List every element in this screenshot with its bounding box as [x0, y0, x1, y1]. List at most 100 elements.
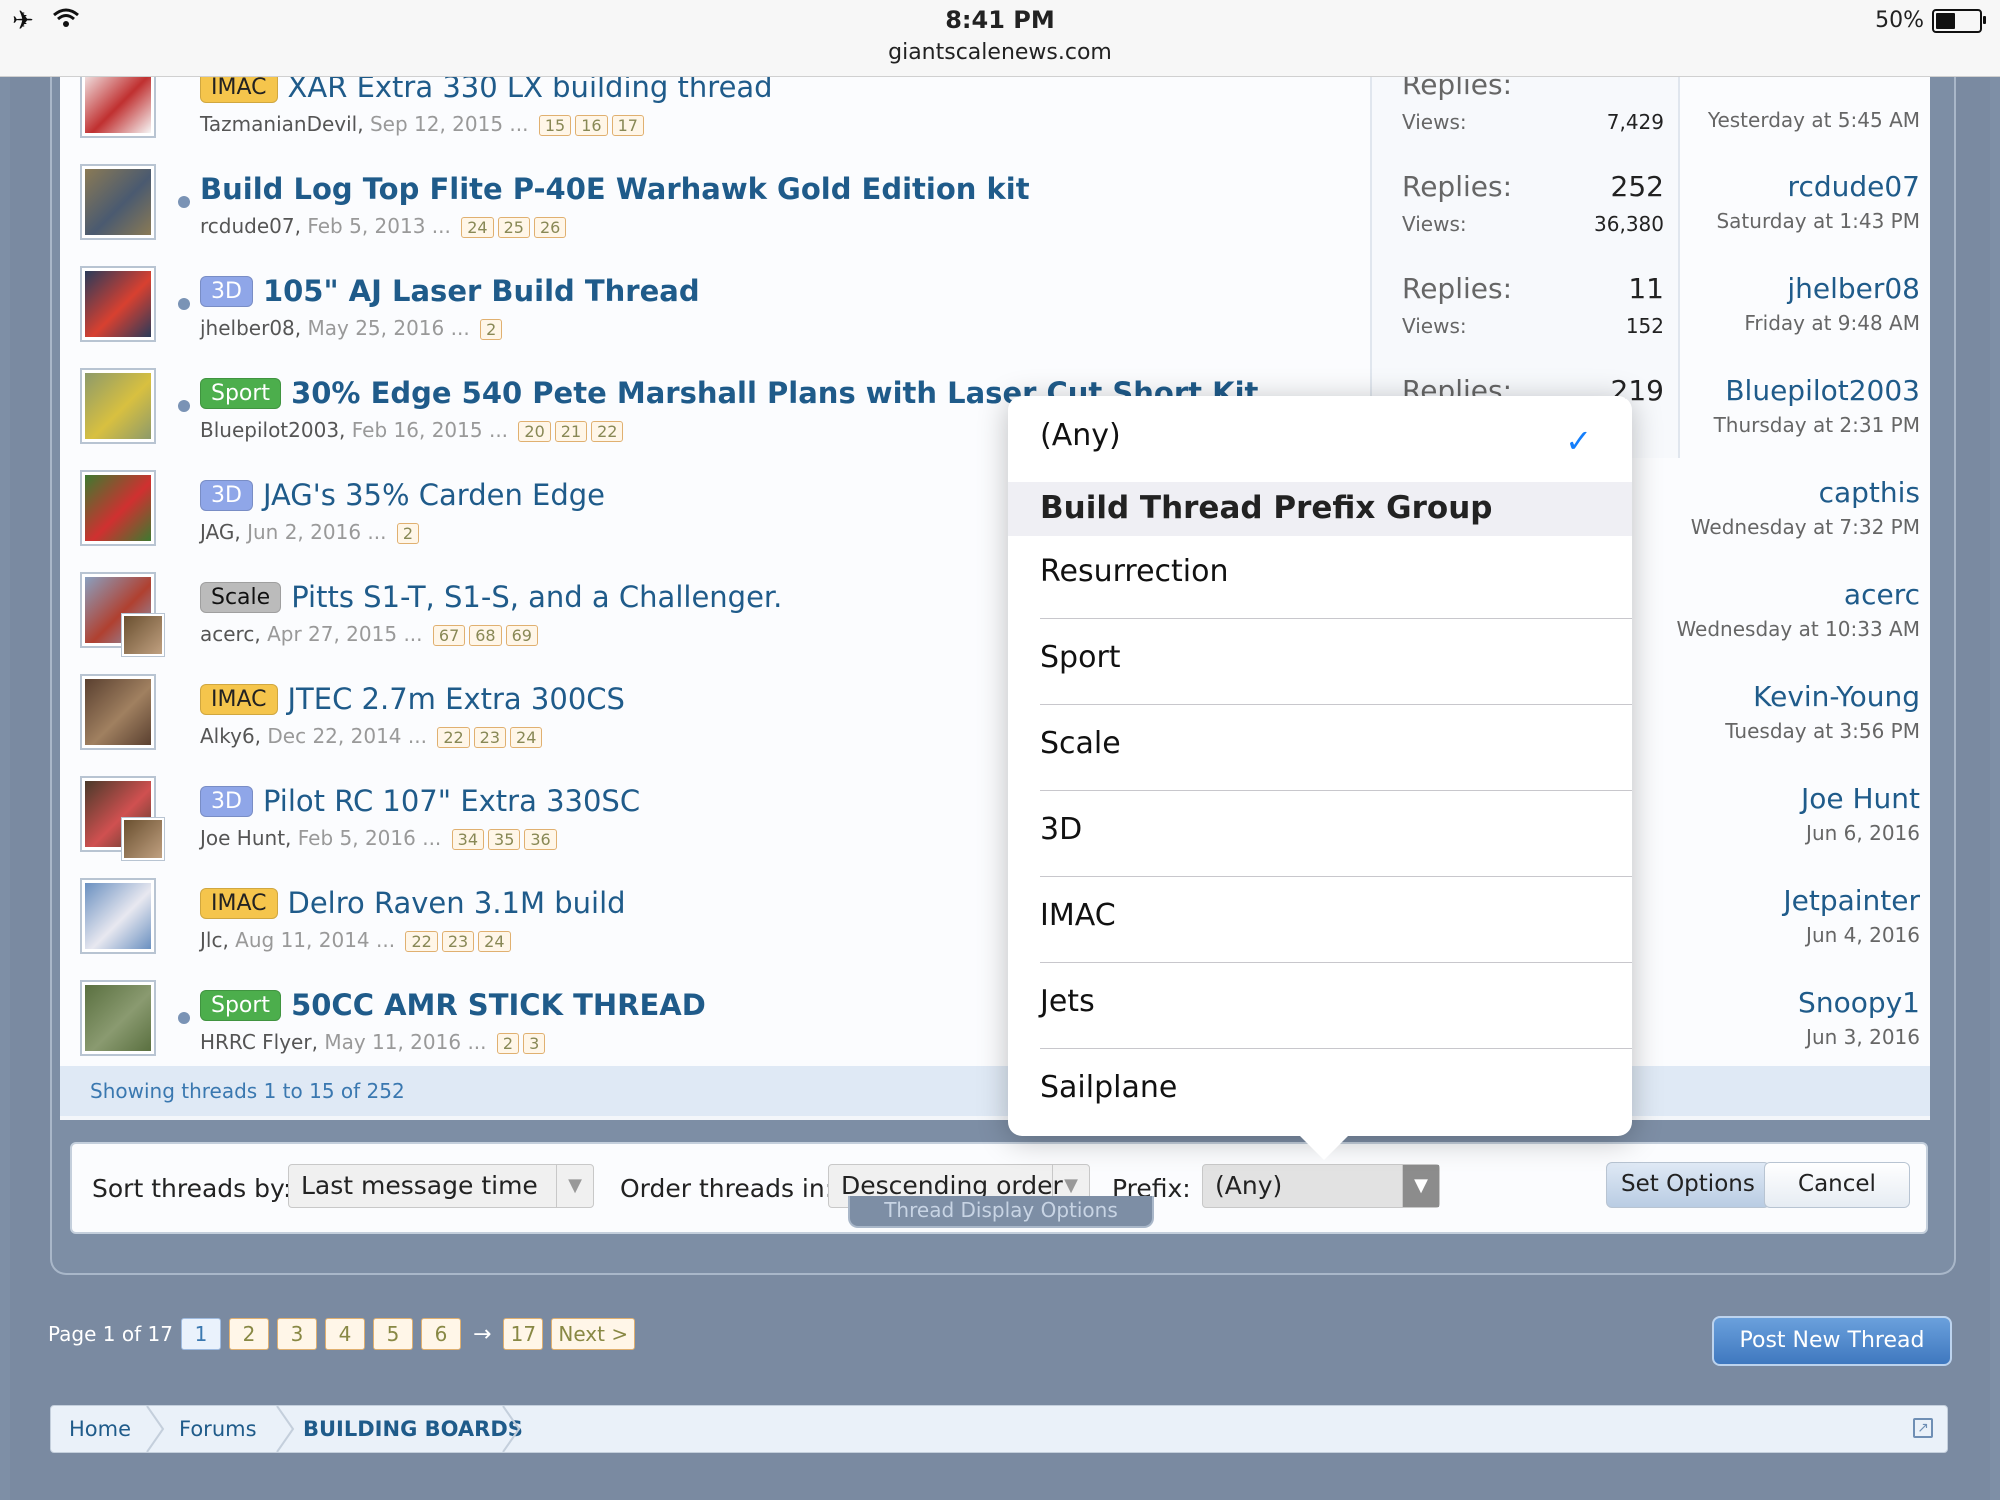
external-link-icon[interactable]: ↗ [1913, 1418, 1933, 1438]
last-post-time[interactable]: Jun 6, 2016 [1640, 821, 1920, 845]
thread-prefix-badge[interactable]: IMAC [200, 887, 278, 919]
thread-row[interactable]: IMAC Delro Raven 3.1M build Jlc, Aug 11, 2… [60, 866, 1930, 970]
thread-page-link[interactable]: 24 [478, 931, 511, 952]
thread-row[interactable]: Build Log Top Flite P-40E Warhawk Gold E… [60, 152, 1930, 256]
page-link[interactable]: 3 [276, 1318, 317, 1350]
last-poster-avatar[interactable] [122, 614, 164, 656]
last-post-time[interactable]: Tuesday at 3:56 PM [1640, 719, 1920, 743]
prefix-select[interactable]: (Any) ▼ [1202, 1164, 1440, 1208]
prefix-option[interactable]: Sport [1040, 640, 1632, 675]
prefix-option[interactable]: Jets [1040, 984, 1632, 1019]
thread-author[interactable]: rcdude07 [200, 214, 295, 238]
last-post-user[interactable]: Joe Hunt [1640, 782, 1920, 815]
thread-page-link[interactable]: 17 [611, 115, 644, 136]
thread-prefix-badge[interactable]: Sport [200, 377, 282, 409]
thread-author[interactable]: Alky6 [200, 724, 255, 748]
prefix-option[interactable]: Resurrection [1040, 554, 1632, 589]
thread-page-link[interactable]: 2 [480, 319, 503, 340]
thread-page-link[interactable]: 2 [396, 523, 420, 544]
thread-page-link[interactable]: 24 [510, 727, 543, 748]
thread-title-link[interactable]: Pilot RC 107" Extra 330SC [263, 784, 640, 818]
thread-display-options-tab[interactable]: Thread Display Options [848, 1196, 1154, 1228]
thread-avatar[interactable] [80, 980, 156, 1056]
thread-avatar[interactable] [80, 776, 164, 860]
thread-start-date[interactable]: Jun 2, 2016 [247, 520, 361, 544]
thread-start-date[interactable]: Feb 16, 2015 [352, 418, 483, 442]
thread-page-link[interactable]: 34 [451, 829, 485, 850]
thread-prefix-badge[interactable]: Scale [200, 581, 282, 613]
thread-row[interactable]: IMAC JTEC 2.7m Extra 300CS Alky6, Dec 22, … [60, 662, 1930, 766]
thread-page-link[interactable]: 25 [497, 217, 530, 238]
thread-row[interactable]: Sport 30% Edge 540 Pete Marshall Plans wi… [60, 356, 1930, 460]
thread-title-link[interactable]: JAG's 35% Carden Edge [263, 478, 605, 512]
thread-page-link[interactable]: 21 [554, 421, 588, 442]
thread-avatar[interactable] [80, 368, 156, 444]
thread-row[interactable]: 3D Pilot RC 107" Extra 330SC Joe Hunt, Feb… [60, 764, 1930, 868]
thread-page-link[interactable]: 68 [469, 625, 502, 646]
prefix-option-any[interactable]: (Any) [1040, 418, 1632, 453]
thread-title-link[interactable]: 105" AJ Laser Build Thread [263, 274, 700, 308]
thread-author[interactable]: TazmanianDevil [200, 112, 357, 136]
thread-row[interactable]: 3D 105" AJ Laser Build Thread jhelber08, M… [60, 254, 1930, 358]
last-post-time[interactable]: Jun 4, 2016 [1640, 923, 1920, 947]
prefix-option[interactable]: Scale [1040, 726, 1632, 761]
thread-prefix-badge[interactable]: IMAC [200, 683, 278, 715]
thread-page-link[interactable]: 24 [461, 217, 494, 238]
breadcrumb-home[interactable]: Home [69, 1406, 131, 1452]
thread-row[interactable]: Scale Pitts S1-T, S1-S, and a Challenger.… [60, 560, 1930, 664]
cancel-button[interactable]: Cancel [1764, 1162, 1910, 1208]
thread-title-link[interactable]: Delro Raven 3.1M build [288, 886, 626, 920]
last-post-time[interactable]: Jun 3, 2016 [1640, 1025, 1920, 1049]
thread-page-link[interactable]: 22 [405, 931, 438, 952]
thread-author[interactable]: HRRC Flyer [200, 1030, 312, 1054]
last-post-user[interactable]: Bluepilot2003 [1640, 374, 1920, 407]
thread-avatar[interactable] [80, 266, 156, 342]
thread-page-link[interactable]: 16 [575, 115, 608, 136]
last-post-time[interactable]: Yesterday at 5:45 AM [1640, 108, 1920, 132]
page-link[interactable]: 4 [324, 1318, 365, 1350]
breadcrumb-building-boards[interactable]: BUILDING BOARDS [303, 1406, 523, 1452]
thread-page-link[interactable]: 26 [533, 217, 567, 238]
thread-start-date[interactable]: May 25, 2016 [307, 316, 444, 340]
thread-avatar[interactable] [80, 878, 156, 954]
last-post-time[interactable]: Thursday at 2:31 PM [1640, 413, 1920, 437]
thread-page-link[interactable]: 23 [441, 931, 475, 952]
last-poster-avatar[interactable] [122, 818, 164, 860]
thread-prefix-badge[interactable]: 3D [200, 479, 253, 511]
page-link[interactable]: 6 [420, 1318, 461, 1350]
last-post-user[interactable]: capthis [1640, 476, 1920, 509]
thread-start-date[interactable]: Dec 22, 2014 [267, 724, 401, 748]
page-link[interactable]: 2 [228, 1318, 269, 1350]
last-post-time[interactable]: Wednesday at 7:32 PM [1640, 515, 1920, 539]
last-post-time[interactable]: Saturday at 1:43 PM [1640, 209, 1920, 233]
thread-author[interactable]: Bluepilot2003 [200, 418, 339, 442]
thread-start-date[interactable]: Apr 27, 2015 [267, 622, 397, 646]
last-post-user[interactable]: Kevin-Young [1640, 680, 1920, 713]
thread-page-link[interactable]: 20 [518, 421, 551, 442]
thread-author[interactable]: acerc [200, 622, 254, 646]
last-post-user[interactable]: acerc [1640, 578, 1920, 611]
address-bar-url[interactable]: giantscalenews.com [0, 40, 2000, 65]
thread-title-link[interactable]: 50CC AMR STICK THREAD [291, 988, 706, 1022]
thread-page-link[interactable]: 35 [488, 829, 521, 850]
thread-avatar[interactable] [80, 572, 164, 656]
thread-title-link[interactable]: Build Log Top Flite P-40E Warhawk Gold E… [200, 172, 1030, 206]
next-page-link[interactable]: Next > [551, 1318, 636, 1350]
thread-page-link[interactable]: 23 [473, 727, 507, 748]
thread-page-link[interactable]: 15 [538, 115, 572, 136]
thread-page-link[interactable]: 3 [523, 1033, 546, 1054]
prefix-option[interactable]: 3D [1040, 812, 1632, 847]
thread-page-link[interactable]: 22 [591, 421, 624, 442]
last-post-user[interactable]: Jetpainter [1640, 884, 1920, 917]
prefix-option[interactable]: Sailplane [1040, 1070, 1632, 1105]
thread-title-link[interactable]: Pitts S1-T, S1-S, and a Challenger. [291, 580, 782, 614]
post-new-thread-button[interactable]: Post New Thread [1712, 1316, 1952, 1366]
thread-author[interactable]: Joe Hunt [200, 826, 285, 850]
thread-avatar[interactable] [80, 674, 156, 750]
thread-author[interactable]: JAG [200, 520, 234, 544]
thread-page-link[interactable]: 22 [437, 727, 470, 748]
page-link[interactable]: 5 [372, 1318, 413, 1350]
thread-start-date[interactable]: May 11, 2016 [324, 1030, 461, 1054]
thread-avatar[interactable] [80, 164, 156, 240]
last-post-time[interactable]: Friday at 9:48 AM [1640, 311, 1920, 335]
